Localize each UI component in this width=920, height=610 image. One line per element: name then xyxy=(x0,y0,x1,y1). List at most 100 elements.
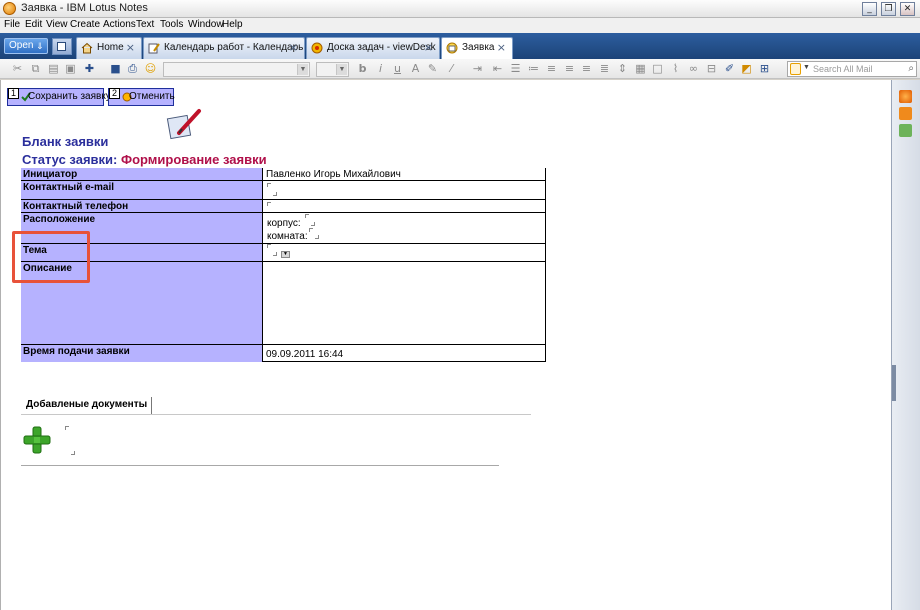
underline-icon[interactable]: u xyxy=(391,62,404,75)
close-icon[interactable]: × xyxy=(497,41,506,54)
activities-icon[interactable] xyxy=(899,124,912,137)
close-icon[interactable]: × xyxy=(126,41,135,54)
link-icon[interactable]: ∞ xyxy=(687,62,700,75)
request-form-table: Инициатор Павленко Игорь Михайлович Конт… xyxy=(21,168,546,362)
print-preview-icon[interactable]: ▣ xyxy=(64,62,77,75)
initiator-value: Павленко Игорь Михайлович xyxy=(263,168,546,181)
window-switcher-button[interactable] xyxy=(52,38,72,55)
font-size-select[interactable]: ▼ xyxy=(316,62,349,77)
tab-task-board[interactable]: Доска задач - viewDesk × xyxy=(306,37,440,59)
phone-field[interactable] xyxy=(263,200,546,213)
day-at-a-glance-icon[interactable] xyxy=(899,90,912,103)
highlight-icon[interactable]: ✎ xyxy=(426,62,439,75)
menu-file[interactable]: File xyxy=(4,19,20,30)
status-line: Статус заявки: Формирование заявки xyxy=(22,152,267,167)
search-mail-box[interactable]: ▼ Search All Mail ⌕ xyxy=(787,61,917,77)
align-justify-icon[interactable]: ≣ xyxy=(598,62,611,75)
cut-icon[interactable]: ✂ xyxy=(11,62,24,75)
bullets-icon[interactable]: ☰ xyxy=(509,62,522,75)
align-left-icon[interactable]: ≡ xyxy=(545,62,558,75)
tab-home[interactable]: Home × xyxy=(76,37,142,59)
chevron-down-icon[interactable]: ▼ xyxy=(803,64,810,71)
menu-create[interactable]: Create xyxy=(70,19,100,30)
menu-help[interactable]: Help xyxy=(222,19,243,30)
home-icon xyxy=(81,42,93,54)
windows-icon xyxy=(57,42,66,51)
tab-attached-documents[interactable]: Добавленые документы xyxy=(21,397,153,415)
format-painter-icon[interactable]: ✐ xyxy=(723,62,736,75)
close-icon[interactable]: × xyxy=(289,41,298,54)
box-icon[interactable]: □ xyxy=(651,62,664,75)
align-center-icon[interactable]: ≡ xyxy=(563,62,576,75)
attach-icon[interactable]: ⌇ xyxy=(669,62,682,75)
sidebar-rail xyxy=(891,80,920,610)
new-icon[interactable]: ✚ xyxy=(83,62,96,75)
pen-icon[interactable]: ◩ xyxy=(740,62,753,75)
database-icon xyxy=(311,42,323,54)
sidebar-grip[interactable] xyxy=(892,365,896,401)
style-icon[interactable]: ⊞ xyxy=(758,62,771,75)
highlight-box xyxy=(12,231,90,283)
tab-request[interactable]: Заявка × xyxy=(441,37,513,59)
divider xyxy=(21,414,531,415)
save-icon[interactable]: ■ xyxy=(109,62,122,75)
status-value: Формирование заявки xyxy=(120,152,267,167)
field-start-marker xyxy=(267,183,271,187)
search-scope-icon[interactable] xyxy=(790,63,801,75)
search-input[interactable]: Search All Mail xyxy=(813,64,873,74)
feeds-icon[interactable] xyxy=(899,107,912,120)
attachment-field-start[interactable] xyxy=(65,426,69,430)
save-request-button[interactable]: 1 Сохранить заявку xyxy=(7,88,111,106)
field-start-marker xyxy=(267,244,271,248)
form-pen-icon xyxy=(166,109,201,140)
indent-icon[interactable]: ⇥ xyxy=(471,62,484,75)
add-document-button[interactable] xyxy=(22,425,52,455)
subject-field[interactable]: ▼ xyxy=(263,244,546,262)
copy-icon[interactable]: ⧉ xyxy=(29,62,42,75)
pencil-icon xyxy=(148,43,160,54)
numbering-icon[interactable]: ≔ xyxy=(527,62,540,75)
outdent-icon[interactable]: ⇤ xyxy=(491,62,504,75)
open-button[interactable]: Open ⇓ xyxy=(4,38,48,54)
text-color-icon[interactable]: A xyxy=(409,62,422,75)
tab-strip: Open ⇓ Home × Календарь работ - Календар… xyxy=(0,33,920,59)
bold-icon[interactable]: b xyxy=(356,62,369,75)
divider xyxy=(21,465,499,466)
description-field[interactable] xyxy=(263,262,546,345)
menu-edit[interactable]: Edit xyxy=(25,19,42,30)
print-icon[interactable]: ⎙ xyxy=(126,62,139,75)
cancel-button[interactable]: 2 Отменить xyxy=(108,88,175,106)
menu-actions[interactable]: Actions xyxy=(103,19,136,30)
image-icon[interactable]: ⊟ xyxy=(705,62,718,75)
search-icon[interactable]: ⌕ xyxy=(908,63,914,74)
open-arrow-icon: ⇓ xyxy=(36,41,44,51)
menu-window[interactable]: Window xyxy=(188,19,224,30)
building-field[interactable] xyxy=(305,214,309,218)
email-field[interactable] xyxy=(263,181,546,200)
tab-calendar[interactable]: Календарь работ - Календарь × xyxy=(143,37,305,59)
emoticon-icon[interactable]: ☺ xyxy=(144,62,157,75)
paragraph-style-select[interactable]: ▼ xyxy=(163,62,310,77)
window-title: Заявка - IBM Lotus Notes xyxy=(21,2,148,14)
menu-text[interactable]: Text xyxy=(136,19,154,30)
action-label: Отменить xyxy=(129,91,175,102)
menu-tools[interactable]: Tools xyxy=(160,19,183,30)
spacing-icon[interactable]: ⇕ xyxy=(616,62,629,75)
align-right-icon[interactable]: ≡ xyxy=(580,62,593,75)
phone-label: Контактный телефон xyxy=(21,200,263,213)
italic-icon[interactable]: i xyxy=(374,62,387,75)
close-window-button[interactable]: ✕ xyxy=(900,2,915,16)
table-icon[interactable]: ▦ xyxy=(634,62,647,75)
room-field[interactable] xyxy=(309,228,313,232)
menu-view[interactable]: View xyxy=(46,19,68,30)
restore-button[interactable]: ❐ xyxy=(881,2,896,16)
form-icon xyxy=(446,42,458,54)
close-icon[interactable]: × xyxy=(424,41,433,54)
document-area: 1 Сохранить заявку 2 Отменить Бланк заяв… xyxy=(0,80,891,610)
dropdown-button[interactable]: ▼ xyxy=(281,251,290,258)
attachment-field-end xyxy=(71,451,75,455)
minimize-button[interactable]: _ xyxy=(862,2,877,16)
paste-icon[interactable]: ▤ xyxy=(47,62,60,75)
text-pen-icon[interactable]: ⁄ xyxy=(445,62,458,75)
field-start-marker xyxy=(267,202,271,206)
